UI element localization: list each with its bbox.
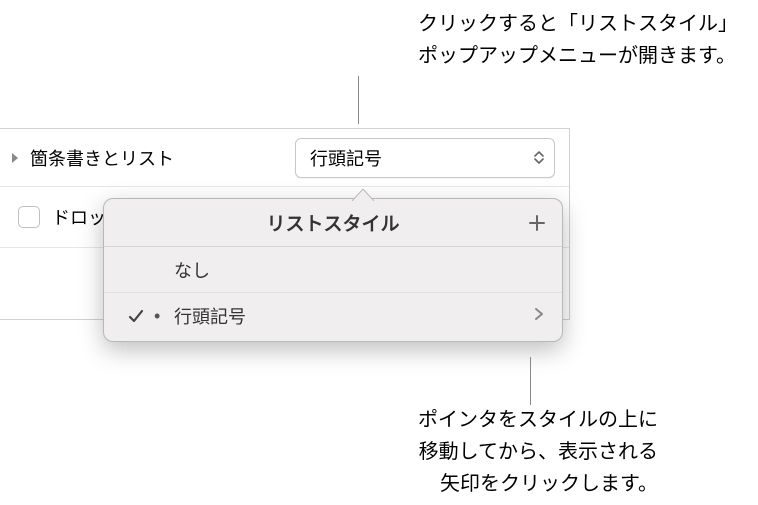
callout-leader-line [358, 76, 359, 124]
drop-cap-checkbox[interactable] [18, 206, 40, 228]
drop-cap-label: ドロッ [52, 204, 106, 230]
section-label: 箇条書きとリスト [30, 145, 174, 171]
callout-top: クリックすると「リストスタイル」 ポップアップメニューが開きます。 [418, 8, 738, 72]
bullet-preview-icon: • [154, 306, 174, 327]
chevron-right-icon[interactable] [534, 306, 544, 327]
popover-title: リストスタイル [266, 209, 399, 236]
bullets-lists-row: 箇条書きとリスト 行頭記号 [0, 129, 569, 187]
list-style-popover: リストスタイル なし • 行頭記号 [103, 198, 563, 342]
disclosure-triangle-icon[interactable] [10, 151, 22, 165]
checkmark-icon [128, 308, 154, 324]
callout-bottom: ポインタをスタイルの上に 移動してから、表示される 矢印をクリックします。 [418, 404, 658, 500]
callout-text: 矢印をクリックします。 [418, 468, 658, 500]
popover-header: リストスタイル [104, 199, 562, 247]
dropdown-value: 行頭記号 [310, 145, 382, 171]
list-style-item-none[interactable]: なし [104, 247, 562, 293]
popover-list: なし • 行頭記号 [104, 247, 562, 341]
list-item-label: なし [174, 257, 544, 283]
callout-text: ポインタをスタイルの上に [418, 404, 658, 436]
callout-text: クリックすると「リストスタイル」 [418, 8, 738, 40]
list-style-item-bullet[interactable]: • 行頭記号 [104, 293, 562, 339]
callout-leader-line [530, 357, 531, 405]
updown-chevron-icon [534, 151, 544, 164]
callout-text: 移動してから、表示される [418, 436, 658, 468]
callout-text: ポップアップメニューが開きます。 [418, 40, 738, 72]
list-item-label: 行頭記号 [174, 303, 534, 329]
list-style-dropdown[interactable]: 行頭記号 [295, 138, 555, 178]
add-style-button[interactable] [526, 212, 548, 234]
